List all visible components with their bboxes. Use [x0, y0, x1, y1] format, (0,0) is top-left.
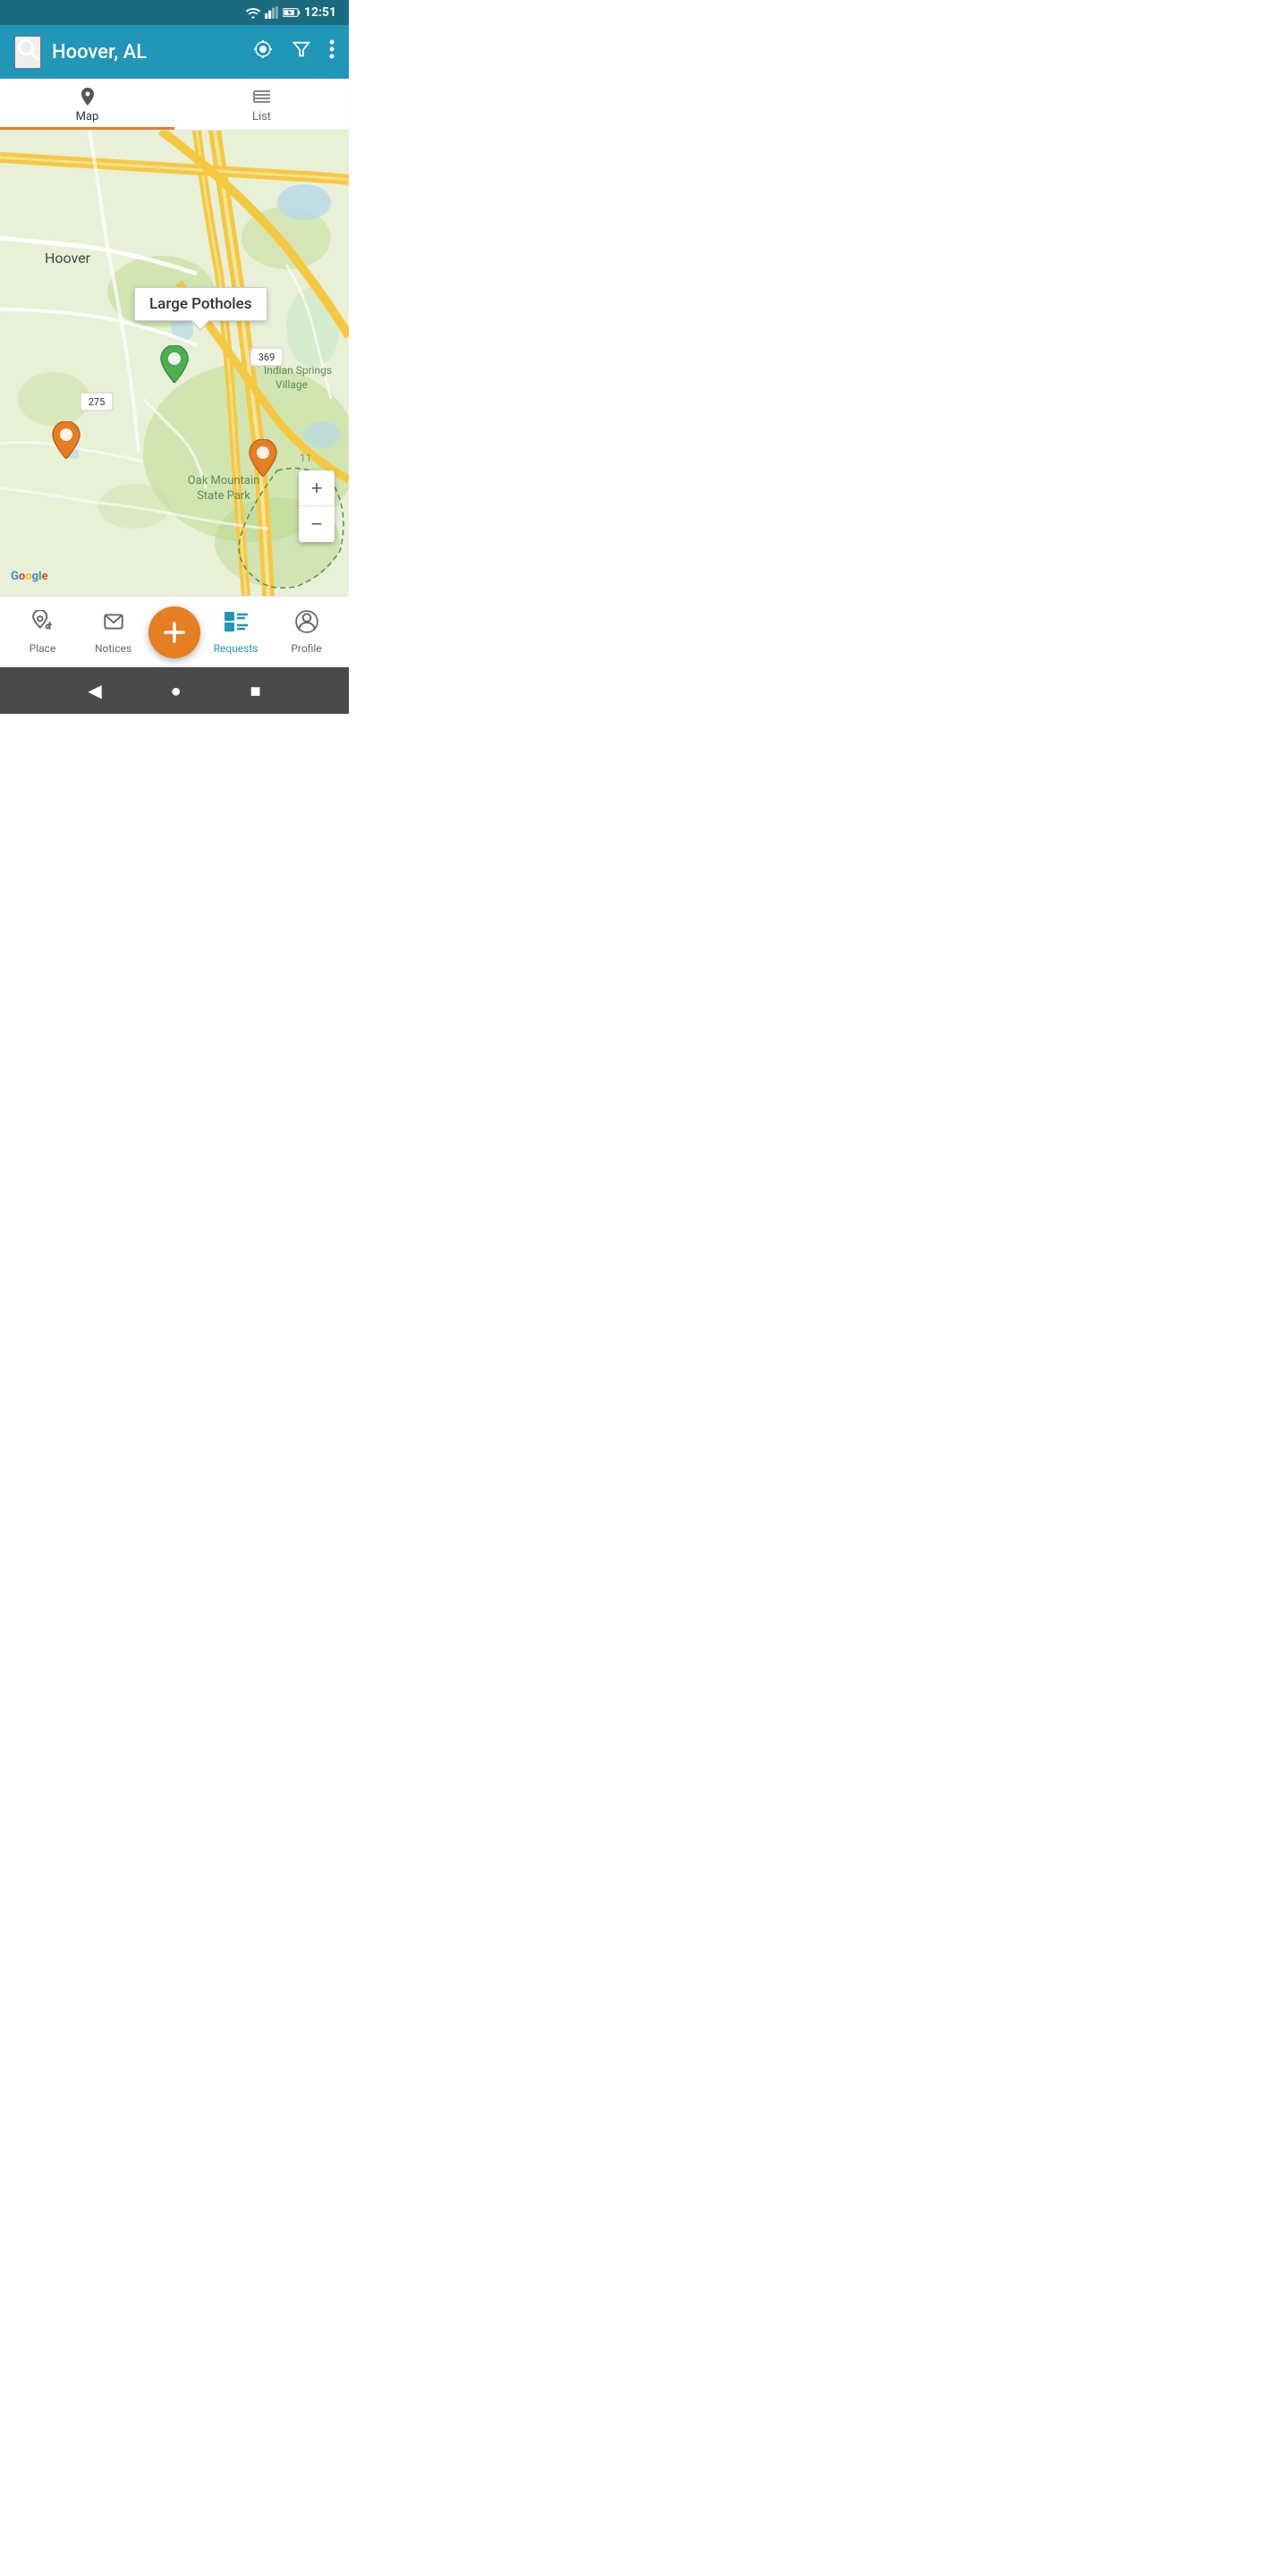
- tab-bar: Map List: [0, 79, 349, 131]
- nav-notices[interactable]: Notices: [78, 610, 148, 655]
- zoom-in-button[interactable]: +: [299, 470, 335, 506]
- battery-icon: [283, 6, 301, 19]
- nav-place-label: Place: [30, 642, 56, 655]
- nav-requests-label: Requests: [214, 642, 258, 655]
- svg-text:369: 369: [258, 352, 275, 363]
- svg-text:Village: Village: [275, 378, 308, 391]
- my-location-button[interactable]: [252, 38, 274, 65]
- add-request-button[interactable]: [148, 606, 200, 658]
- zoom-controls: + −: [299, 470, 335, 542]
- tab-list-label: List: [252, 110, 271, 123]
- filter-button[interactable]: [292, 39, 311, 64]
- svg-text:Hoover: Hoover: [45, 250, 91, 267]
- svg-text:State Park: State Park: [197, 489, 250, 503]
- nav-requests[interactable]: Requests: [200, 610, 271, 655]
- requests-icon: [224, 610, 249, 639]
- app-header: Hoover, AL: [0, 25, 349, 79]
- place-icon: [31, 610, 55, 639]
- recent-apps-button[interactable]: ■: [250, 680, 260, 702]
- map-container[interactable]: 369 275 Hoover Indian Springs Village Oa…: [0, 131, 349, 596]
- nav-notices-label: Notices: [95, 642, 131, 655]
- search-button[interactable]: [14, 36, 41, 69]
- svg-text:275: 275: [89, 396, 106, 408]
- zoom-out-button[interactable]: −: [299, 506, 335, 542]
- tab-map-label: Map: [76, 110, 99, 123]
- tab-map[interactable]: Map: [0, 79, 174, 130]
- status-bar: 12:51: [0, 0, 349, 25]
- status-time: 12:51: [304, 5, 336, 20]
- tab-list[interactable]: List: [174, 79, 349, 130]
- header-actions: [252, 38, 335, 65]
- map-tooltip[interactable]: Large Potholes: [134, 287, 267, 321]
- status-icons: 12:51: [245, 5, 336, 20]
- system-nav-bar: ◀ ● ■: [0, 667, 349, 714]
- wifi-icon: [245, 6, 261, 19]
- nav-profile-label: Profile: [291, 642, 321, 655]
- notices-icon: [102, 610, 125, 639]
- orange-map-pin-1[interactable]: [51, 421, 81, 459]
- tooltip-text: Large Potholes: [149, 295, 252, 313]
- orange-map-pin-2[interactable]: [248, 439, 278, 477]
- svg-text:11: 11: [300, 452, 312, 464]
- nav-profile[interactable]: Profile: [271, 610, 342, 655]
- svg-text:Indian Springs: Indian Springs: [264, 364, 332, 377]
- bottom-nav: Place Notices Requ: [0, 596, 349, 667]
- profile-icon: [295, 610, 318, 639]
- home-button[interactable]: ●: [171, 680, 182, 702]
- google-logo: Google: [11, 570, 47, 583]
- location-title: Hoover, AL: [52, 41, 242, 64]
- nav-place[interactable]: Place: [7, 610, 78, 655]
- signal-icon: [265, 6, 279, 19]
- green-map-pin[interactable]: [159, 345, 190, 383]
- back-button[interactable]: ◀: [88, 680, 101, 701]
- more-options-button[interactable]: [329, 38, 335, 65]
